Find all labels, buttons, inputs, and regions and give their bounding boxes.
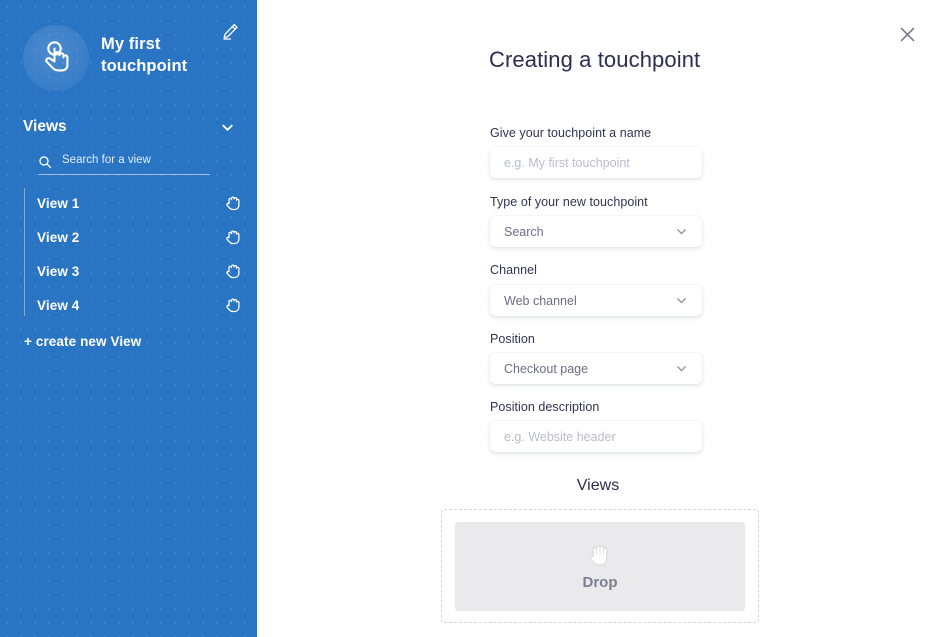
- view-label: View 1: [37, 195, 80, 211]
- create-new-view-button[interactable]: + create new View: [24, 334, 141, 349]
- grab-hand-icon[interactable]: [224, 228, 242, 246]
- channel-select[interactable]: Web channel: [490, 285, 702, 316]
- close-icon: [900, 27, 914, 41]
- view-label: View 3: [37, 263, 80, 279]
- sidebar-item-view-2[interactable]: View 2: [24, 220, 244, 254]
- page-title: Creating a touchpoint: [489, 47, 701, 72]
- tap-hand-icon: [45, 41, 69, 72]
- create-touchpoint-dialog: My first touchpoint Views Search for a v…: [0, 0, 939, 637]
- position-description-field-label: Position description: [490, 400, 600, 414]
- name-field[interactable]: [490, 147, 702, 178]
- type-field-label: Type of your new touchpoint: [490, 195, 648, 209]
- position-field-label: Position: [490, 332, 535, 346]
- view-label: View 2: [37, 229, 80, 245]
- chevron-down-icon: [222, 124, 233, 131]
- chevron-down-icon[interactable]: [675, 294, 688, 307]
- channel-select-value: Web channel: [504, 293, 577, 308]
- touchpoint-logo: [23, 25, 89, 91]
- sidebar-item-view-3[interactable]: View 3: [24, 254, 244, 288]
- position-select-value: Checkout page: [504, 361, 589, 376]
- type-select[interactable]: Search: [490, 216, 702, 247]
- view-search[interactable]: [38, 149, 210, 175]
- sidebar-item-view-1[interactable]: View 1: [24, 186, 244, 220]
- views-list: View 1 View 2 View 3 View 4: [0, 186, 257, 322]
- sidebar: My first touchpoint Views Search for a v…: [0, 0, 257, 637]
- views-section-label: Views: [23, 118, 67, 135]
- search-input[interactable]: [62, 153, 202, 170]
- brand-header: My first touchpoint: [0, 0, 257, 110]
- views-heading: Views: [576, 477, 620, 494]
- close-dialog-button[interactable]: [894, 21, 920, 47]
- chevron-down-icon[interactable]: [675, 362, 688, 375]
- channel-field-label: Channel: [490, 263, 537, 277]
- view-label: View 4: [37, 297, 80, 313]
- name-input[interactable]: [490, 155, 702, 170]
- views-section-toggle[interactable]: Views: [23, 115, 235, 139]
- grab-hand-icon[interactable]: [224, 262, 242, 280]
- position-description-input[interactable]: [490, 429, 702, 444]
- name-field-label: Give your touchpoint a name: [490, 126, 652, 140]
- search-icon: [39, 155, 52, 168]
- grab-hand-icon[interactable]: [224, 194, 242, 212]
- dropzone-label: Drop: [582, 574, 618, 591]
- grab-hand-icon[interactable]: [224, 296, 242, 314]
- main-panel: Creating a touchpoint Give your touchpoi…: [257, 0, 939, 637]
- position-description-field[interactable]: [490, 421, 702, 452]
- chevron-down-icon[interactable]: [675, 225, 688, 238]
- touchpoint-title: My first touchpoint: [101, 35, 188, 75]
- sidebar-item-view-4[interactable]: View 4: [24, 288, 244, 322]
- type-select-value: Search: [504, 224, 544, 239]
- views-dropzone[interactable]: Drop: [441, 509, 759, 623]
- open-hand-icon: [589, 545, 608, 566]
- pencil-icon: [222, 23, 238, 40]
- edit-touchpoint-button[interactable]: [218, 19, 242, 43]
- dropzone-inner[interactable]: Drop: [455, 521, 745, 611]
- position-select[interactable]: Checkout page: [490, 353, 702, 384]
